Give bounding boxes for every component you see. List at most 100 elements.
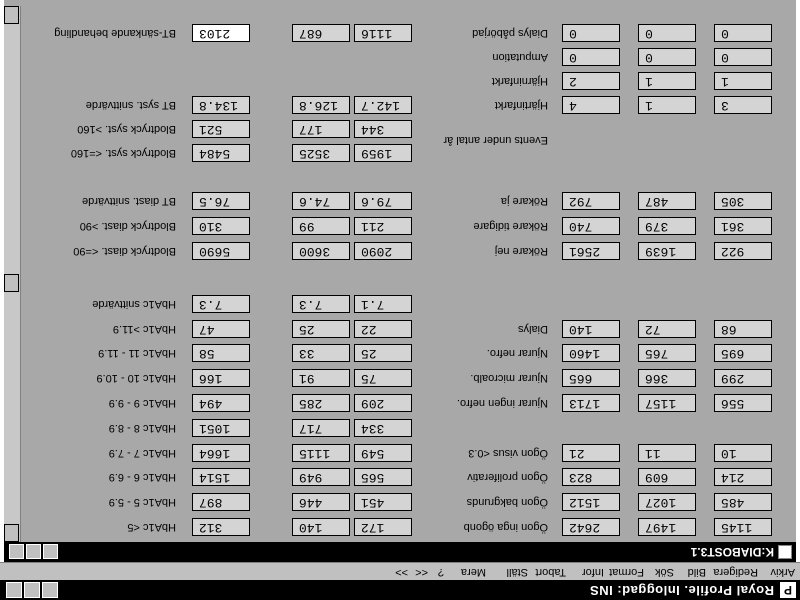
value-field[interactable]: 1145 [714, 518, 772, 536]
value-field[interactable]: 949 [292, 468, 350, 486]
value-field[interactable]: 1 [638, 72, 696, 90]
value-field[interactable]: 487 [638, 192, 696, 210]
menu-item-8[interactable]: Mera [461, 566, 486, 578]
value-field[interactable]: 3525 [292, 144, 350, 162]
value-field[interactable]: 25 [354, 344, 412, 362]
value-field[interactable]: 922 [714, 242, 772, 260]
value-field[interactable]: 765 [638, 344, 696, 362]
vertical-scrollbar[interactable] [4, 6, 21, 542]
scroll-up-arrow-icon[interactable] [4, 524, 19, 542]
value-field[interactable]: 897 [192, 493, 250, 511]
value-field[interactable]: 76.5 [192, 192, 250, 210]
value-field[interactable]: 1 [714, 72, 772, 90]
value-field[interactable]: 33 [292, 344, 350, 362]
value-field[interactable]: 451 [354, 493, 412, 511]
value-field[interactable]: 7.1 [354, 295, 412, 313]
value-field[interactable]: 565 [354, 468, 412, 486]
value-field[interactable]: 2642 [562, 518, 620, 536]
value-field[interactable]: 211 [354, 217, 412, 235]
value-field[interactable]: 556 [714, 394, 772, 412]
close-button[interactable] [6, 582, 22, 598]
maximize-button[interactable] [24, 582, 40, 598]
value-field[interactable]: 446 [292, 493, 350, 511]
value-field[interactable]: 91 [292, 369, 350, 387]
value-field[interactable]: 142.7 [354, 96, 412, 114]
value-field[interactable]: 79.6 [354, 192, 412, 210]
value-field[interactable]: 1460 [562, 344, 620, 362]
menu-item-0[interactable]: Arkiv [771, 566, 795, 578]
menu-item-1[interactable]: Redigera [713, 566, 758, 578]
value-field[interactable]: 312 [192, 518, 250, 536]
value-field[interactable]: 214 [714, 468, 772, 486]
value-field[interactable]: 3600 [292, 242, 350, 260]
value-field[interactable]: 11 [638, 444, 696, 462]
value-field[interactable]: 299 [714, 369, 772, 387]
value-field[interactable]: 0 [714, 24, 772, 42]
value-field[interactable]: 5690 [192, 242, 250, 260]
value-field[interactable]: 740 [562, 217, 620, 235]
value-field[interactable]: 1115 [292, 444, 350, 462]
value-field[interactable]: 134.8 [192, 96, 250, 114]
value-field[interactable]: 74.6 [292, 192, 350, 210]
value-field[interactable]: 695 [714, 344, 772, 362]
value-field[interactable]: 344 [354, 120, 412, 138]
value-field[interactable]: 609 [638, 468, 696, 486]
value-field[interactable]: 68 [714, 320, 772, 338]
value-field[interactable]: 379 [638, 217, 696, 235]
value-field[interactable]: 1514 [192, 468, 250, 486]
value-field[interactable]: 4 [562, 96, 620, 114]
doc-close-button[interactable] [9, 544, 24, 559]
value-field[interactable]: 334 [354, 419, 412, 437]
value-field[interactable]: 126.8 [292, 96, 350, 114]
menu-item-11[interactable]: >> [395, 566, 408, 578]
value-field[interactable]: 75 [354, 369, 412, 387]
value-field[interactable]: 665 [562, 369, 620, 387]
value-field[interactable]: 140 [562, 320, 620, 338]
value-field[interactable]: 209 [354, 394, 412, 412]
menu-item-3[interactable]: Sök [655, 566, 674, 578]
menu-item-9[interactable]: ? [438, 566, 444, 578]
value-field[interactable]: 0 [562, 24, 620, 42]
value-field[interactable]: 1512 [562, 493, 620, 511]
value-field[interactable]: 21 [562, 444, 620, 462]
value-field[interactable]: 7.3 [192, 295, 250, 313]
menu-item-10[interactable]: << [415, 566, 428, 578]
value-field[interactable]: 10 [714, 444, 772, 462]
value-field[interactable]: 0 [562, 48, 620, 66]
value-field[interactable]: 5484 [192, 144, 250, 162]
menu-item-7[interactable]: Ställ [507, 566, 528, 578]
menu-item-5[interactable]: Infor [582, 566, 604, 578]
scroll-thumb[interactable] [4, 274, 19, 292]
value-field[interactable]: 140 [292, 518, 350, 536]
menu-item-4[interactable]: Format [609, 566, 644, 578]
value-field[interactable]: 1959 [354, 144, 412, 162]
value-field[interactable]: 0 [714, 48, 772, 66]
value-field[interactable]: 47 [192, 320, 250, 338]
value-field[interactable]: 521 [192, 120, 250, 138]
doc-restore-button[interactable] [26, 544, 41, 559]
menu-item-6[interactable]: Tabort [535, 566, 566, 578]
menu-item-2[interactable]: Bild [688, 566, 706, 578]
value-field[interactable]: 1157 [638, 394, 696, 412]
value-field[interactable]: 25 [292, 320, 350, 338]
value-field[interactable]: 485 [714, 493, 772, 511]
value-field[interactable]: 549 [354, 444, 412, 462]
minimize-button[interactable] [42, 582, 58, 598]
value-field[interactable]: 166 [192, 369, 250, 387]
value-field[interactable]: 1 [638, 96, 696, 114]
value-field[interactable]: 1664 [192, 444, 250, 462]
value-field[interactable]: 305 [714, 192, 772, 210]
value-field[interactable]: 717 [292, 419, 350, 437]
value-field[interactable]: 1713 [562, 394, 620, 412]
value-field[interactable]: 99 [292, 217, 350, 235]
value-field[interactable]: 7.3 [292, 295, 350, 313]
scroll-down-arrow-icon[interactable] [4, 6, 19, 24]
value-field[interactable]: 22 [354, 320, 412, 338]
value-field[interactable]: 1497 [638, 518, 696, 536]
value-field[interactable]: 366 [638, 369, 696, 387]
value-field[interactable]: 58 [192, 344, 250, 362]
value-field[interactable]: 361 [714, 217, 772, 235]
value-field[interactable]: 687 [292, 24, 350, 42]
value-field[interactable]: 3 [714, 96, 772, 114]
doc-minimize-button[interactable] [43, 544, 58, 559]
